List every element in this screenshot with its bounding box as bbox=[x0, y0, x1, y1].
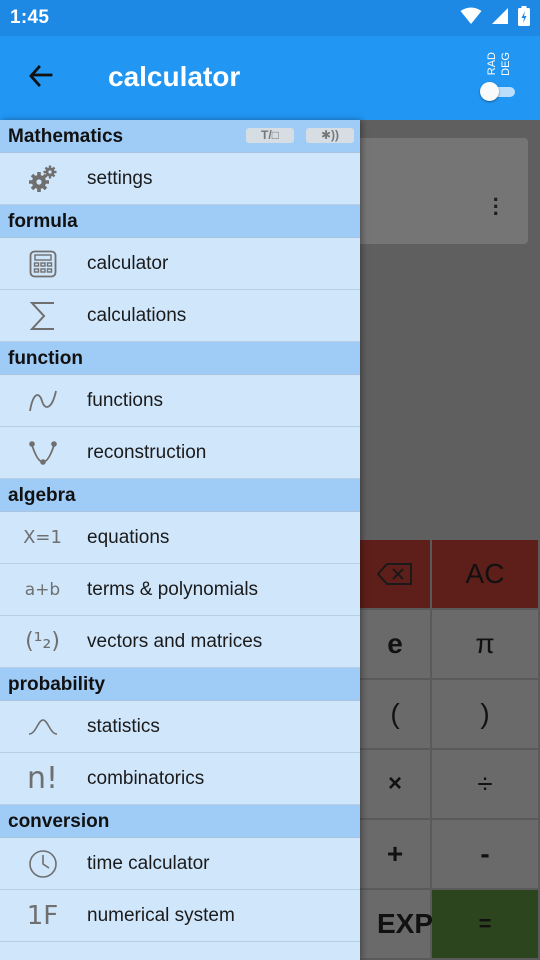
vector-icon: (¹₂) bbox=[25, 629, 60, 654]
back-button[interactable] bbox=[20, 58, 60, 98]
nav-item-calculations[interactable]: calculations bbox=[0, 290, 360, 342]
section-header-mathematics: Mathematics T/□ ✱)) bbox=[0, 120, 360, 153]
status-bar: 1:45 bbox=[0, 0, 540, 36]
minus-key[interactable]: - bbox=[432, 820, 540, 890]
clock-icon bbox=[0, 838, 87, 890]
divide-key[interactable]: ÷ bbox=[432, 750, 540, 820]
nav-item-label: vectors and matrices bbox=[87, 630, 263, 652]
section-header-conversion: conversion bbox=[0, 805, 360, 838]
nav-item-vectors-matrices[interactable]: (¹₂) vectors and matrices bbox=[0, 616, 360, 668]
plus-key[interactable]: + bbox=[360, 820, 432, 890]
hex-icon: 1F bbox=[26, 900, 59, 931]
toggle-knob[interactable] bbox=[480, 82, 499, 101]
calculator-display: · · · bbox=[340, 138, 528, 244]
section-header-function: function bbox=[0, 342, 360, 375]
text-mode-badge[interactable]: T/□ bbox=[246, 128, 294, 143]
nav-item-time-calculator[interactable]: time calculator bbox=[0, 838, 360, 890]
arrow-back-icon bbox=[27, 63, 53, 94]
header-badges: T/□ ✱)) bbox=[246, 128, 354, 143]
nav-item-statistics[interactable]: statistics bbox=[0, 701, 360, 753]
section-header-probability: probability bbox=[0, 668, 360, 701]
parabola-points-icon bbox=[0, 427, 87, 479]
deg-label: DEG bbox=[500, 52, 512, 76]
equals-key[interactable]: = bbox=[432, 890, 540, 960]
nav-item-label: combinatorics bbox=[87, 767, 205, 789]
nav-item-label: numerical system bbox=[87, 904, 235, 926]
navigation-drawer: Mathematics T/□ ✱)) settings formula cal… bbox=[0, 120, 360, 960]
status-time: 1:45 bbox=[10, 7, 50, 28]
nav-item-label: time calculator bbox=[87, 852, 210, 874]
nav-item-label: calculations bbox=[87, 304, 187, 326]
bluetooth-badge[interactable]: ✱)) bbox=[306, 128, 354, 143]
bell-curve-icon bbox=[0, 701, 87, 753]
nav-item-label: statistics bbox=[87, 715, 160, 737]
screen: 1:45 calculator RAD DEG · · · AC e π ()… bbox=[0, 0, 540, 960]
section-title: Mathematics bbox=[8, 126, 124, 147]
euler-key[interactable]: e bbox=[360, 610, 432, 680]
rad-deg-toggle[interactable]: RAD DEG bbox=[480, 52, 520, 108]
nav-item-equations[interactable]: X=1 equations bbox=[0, 512, 360, 564]
close-paren-key[interactable]: ) bbox=[432, 680, 540, 750]
nav-item-label: terms & polynomials bbox=[87, 578, 259, 600]
cellular-signal-icon bbox=[491, 7, 509, 30]
wifi-icon bbox=[460, 7, 482, 30]
nav-item-label: equations bbox=[87, 526, 170, 548]
nav-item-combinatorics[interactable]: n! combinatorics bbox=[0, 753, 360, 805]
nav-item-settings[interactable]: settings bbox=[0, 153, 360, 205]
rad-label: RAD bbox=[486, 52, 498, 76]
nav-item-label: reconstruction bbox=[87, 441, 207, 463]
clear-all-key[interactable]: AC bbox=[432, 540, 540, 610]
multiply-key[interactable]: × bbox=[360, 750, 432, 820]
calculator-icon bbox=[0, 238, 87, 290]
nav-item-label: calculator bbox=[87, 252, 169, 274]
terms-icon: a+b bbox=[24, 579, 61, 600]
equation-icon: X=1 bbox=[23, 527, 62, 548]
backspace-key[interactable] bbox=[360, 540, 432, 610]
section-header-formula: formula bbox=[0, 205, 360, 238]
page-title: calculator bbox=[108, 61, 241, 92]
overflow-menu-icon[interactable]: · · · bbox=[493, 189, 500, 225]
factorial-icon: n! bbox=[26, 761, 59, 796]
nav-item-calculator[interactable]: calculator bbox=[0, 238, 360, 290]
battery-charging-icon bbox=[518, 5, 530, 31]
function-curve-icon bbox=[0, 375, 87, 427]
app-bar: calculator RAD DEG bbox=[0, 36, 540, 120]
gears-icon bbox=[0, 153, 87, 205]
status-icons bbox=[460, 5, 530, 31]
nav-item-functions[interactable]: functions bbox=[0, 375, 360, 427]
nav-item-terms-polynomials[interactable]: a+b terms & polynomials bbox=[0, 564, 360, 616]
nav-item-numerical-system[interactable]: 1F numerical system bbox=[0, 890, 360, 942]
sigma-icon bbox=[0, 290, 87, 342]
nav-item-label: functions bbox=[87, 389, 164, 411]
nav-item-reconstruction[interactable]: reconstruction bbox=[0, 427, 360, 479]
open-paren-key[interactable]: ( bbox=[360, 680, 432, 750]
pi-key[interactable]: π bbox=[432, 610, 540, 680]
nav-item-label: settings bbox=[87, 167, 153, 189]
section-header-algebra: algebra bbox=[0, 479, 360, 512]
